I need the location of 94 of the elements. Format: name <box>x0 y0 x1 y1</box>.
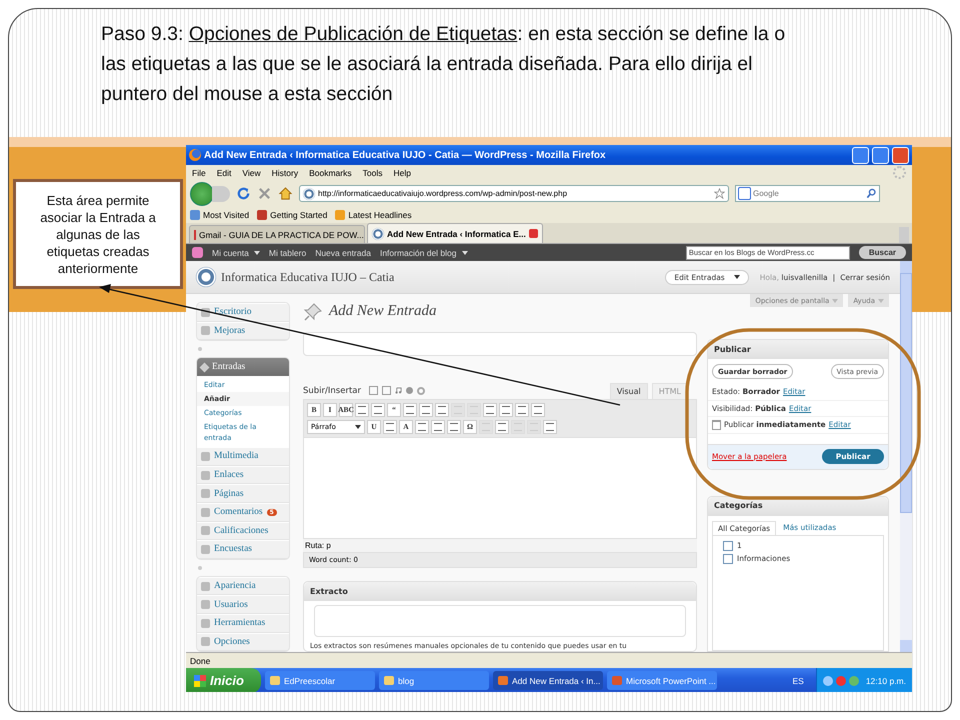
checkbox[interactable] <box>723 554 733 564</box>
toolbar-button[interactable] <box>495 420 509 434</box>
menu-link[interactable]: Calificaciones <box>214 526 268 536</box>
path-text: Ruta: p <box>303 539 697 552</box>
excerpt-field[interactable] <box>314 605 686 638</box>
menu-link[interactable]: Apariencia <box>214 581 256 592</box>
callout-text: Esta área permite asociar la Entrada a algunas de las etiquetas creadas anteriormente <box>39 192 157 276</box>
menu-item[interactable]: Bookmarks <box>309 168 352 178</box>
menu-item[interactable]: Tools <box>362 168 382 178</box>
scrollbar[interactable] <box>900 261 912 652</box>
admin-menu-item[interactable]: Nueva entrada <box>315 248 371 258</box>
browser-tab[interactable]: Gmail - GUIA DE LA PRACTICA DE POW... <box>189 225 365 243</box>
site-title: Informatica Educativa IUJO – Catia <box>221 270 394 284</box>
toolbar-button[interactable] <box>531 402 545 417</box>
stop-icon[interactable] <box>257 186 272 201</box>
editor-tab[interactable]: Visual <box>610 382 648 399</box>
clock: 12:10 p.m. <box>866 676 906 686</box>
menu-link[interactable]: Escritorio <box>214 307 252 318</box>
menu-link[interactable]: Encuestas <box>214 544 252 554</box>
music-note-icon[interactable] <box>394 387 402 394</box>
title-field[interactable] <box>303 332 697 356</box>
menu-link[interactable]: Herramientas <box>214 618 266 628</box>
menu-item[interactable]: File <box>192 168 206 178</box>
calendar-icon <box>712 420 721 430</box>
browser-tab[interactable]: Add New Entrada ‹ Informatica E... <box>367 223 543 243</box>
back-button[interactable] <box>190 182 214 206</box>
admin-menu-item[interactable]: Mi tablero <box>268 248 306 258</box>
video-icon[interactable] <box>382 386 391 396</box>
menu-item[interactable]: Edit <box>216 168 232 178</box>
page-title: Add New Entrada <box>329 303 436 320</box>
panel-title: Extracto <box>310 586 348 596</box>
menu-link[interactable]: Opciones <box>214 636 250 647</box>
wordpress-logo-icon <box>196 267 216 287</box>
admin-menu-item[interactable]: Información del blog <box>380 248 468 258</box>
toolbar-button[interactable] <box>415 420 429 434</box>
site-icon <box>303 188 315 200</box>
taskbar-button[interactable]: EdPreescolar <box>265 671 375 690</box>
bookmark-icon <box>257 210 268 220</box>
panel-title: Categorías <box>714 501 763 510</box>
toolbar-button[interactable] <box>431 420 445 434</box>
menu-item[interactable]: History <box>272 168 298 178</box>
search-engine-icon[interactable] <box>738 187 751 200</box>
search-button[interactable]: Buscar <box>858 246 906 259</box>
toolbar-button[interactable] <box>371 402 385 417</box>
toolbar-button[interactable] <box>499 402 513 417</box>
image-icon[interactable] <box>368 386 378 396</box>
checkbox[interactable] <box>723 540 733 550</box>
pushpin-icon <box>303 302 323 322</box>
reload-icon[interactable] <box>236 186 251 201</box>
bookmark-icon <box>335 210 346 220</box>
search-icon[interactable] <box>866 188 877 199</box>
toolbar-button[interactable] <box>435 402 449 417</box>
bookmark-link[interactable]: Latest Headlines <box>348 210 412 220</box>
home-icon[interactable] <box>278 186 293 201</box>
upload-label: Subir/Insertar <box>303 386 361 396</box>
maximize-button[interactable] <box>872 146 889 164</box>
toolbar-button[interactable] <box>403 402 417 417</box>
menu-item[interactable]: Help <box>393 168 411 178</box>
taskbar-button[interactable]: Add New Entrada ‹ In... <box>493 671 603 690</box>
taskbar-button[interactable]: blog <box>379 671 489 690</box>
toolbar-button[interactable] <box>383 420 397 434</box>
bookmark-link[interactable]: Getting Started <box>270 210 328 220</box>
star-icon[interactable] <box>714 188 725 199</box>
avatar-icon <box>192 247 203 258</box>
menu-link[interactable]: Mejoras <box>214 326 246 336</box>
language-indicator[interactable]: ES <box>792 676 804 686</box>
browser-icon <box>189 149 201 161</box>
menu-link[interactable]: Comentarios <box>214 507 263 518</box>
search-bar[interactable]: Google <box>735 185 880 202</box>
menu-link[interactable]: Usuarios <box>214 600 248 610</box>
toolbar-button[interactable] <box>483 402 497 417</box>
toolbar-button[interactable] <box>447 420 461 434</box>
toolbar-button[interactable] <box>515 402 529 417</box>
close-button[interactable] <box>892 146 909 164</box>
status-text: Done <box>190 656 210 666</box>
panel-title: Publicar <box>714 344 751 354</box>
address-field[interactable]: http://informaticaeducativaiujo.wordpress.com/wp-admin/post-new.php <box>299 185 729 202</box>
minimize-button[interactable] <box>852 146 869 164</box>
menu-link[interactable]: Páginas <box>214 488 244 499</box>
menu-item[interactable]: View <box>242 168 261 178</box>
toolbar-button[interactable] <box>355 402 369 417</box>
bookmark-icon <box>190 210 200 220</box>
bookmark-link[interactable]: Most Visited <box>203 210 250 220</box>
slide-heading: Paso 9.3: Opciones de Publicación de Etiquetas: en esta sección se define la o las etiquetas a las que se le asociará la entrada diseñada. Para ello dirija el puntero del mouse a esta sección <box>100 22 786 107</box>
menu-section-header[interactable]: Entradas <box>197 358 289 376</box>
toolbar-button[interactable] <box>419 402 433 417</box>
tray-icon[interactable] <box>822 676 833 686</box>
toolbar-button[interactable] <box>543 420 557 434</box>
taskbar-button[interactable]: Microsoft PowerPoint ... <box>607 671 717 690</box>
admin-menu-item[interactable]: Mi cuenta <box>212 248 260 258</box>
menu-link[interactable]: Enlaces <box>214 470 244 480</box>
throbber-icon <box>893 166 906 179</box>
menu-link[interactable]: Multimedia <box>214 451 258 462</box>
window-title: Add New Entrada ‹ Informatica Educativa IUJO - Catia — WordPress - Mozilla Firefox <box>204 150 607 160</box>
